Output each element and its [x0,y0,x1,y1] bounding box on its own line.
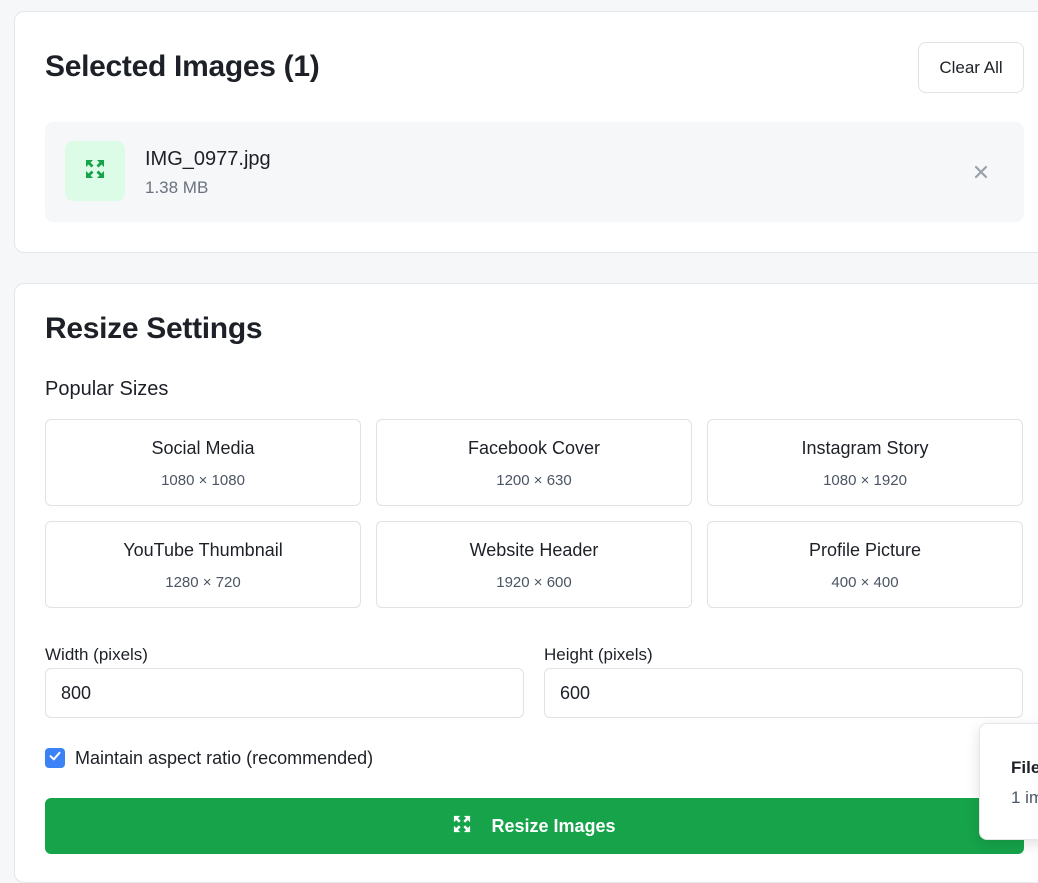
maintain-aspect-label: Maintain aspect ratio (recommended) [75,747,374,768]
notification-toast: File 1 im [979,723,1038,840]
preset-social-media[interactable]: Social Media 1080 × 1080 [45,419,361,506]
file-size: 1.38 MB [145,178,209,197]
width-input[interactable] [45,668,524,718]
preset-profile-picture[interactable]: Profile Picture 400 × 400 [707,521,1023,608]
preset-name: Social Media [151,438,255,458]
maintain-aspect-row: Maintain aspect ratio (recommended) [45,746,373,770]
selected-images-title: Selected Images (1) [45,50,320,83]
preset-facebook-cover[interactable]: Facebook Cover 1200 × 630 [376,419,692,506]
width-label: Width (pixels) [45,645,148,664]
preset-name: Facebook Cover [467,438,601,458]
maintain-aspect-checkbox[interactable] [45,748,65,768]
resize-settings-card: Resize Settings Popular Sizes Social Med… [14,283,1038,883]
preset-youtube-thumbnail[interactable]: YouTube Thumbnail 1280 × 720 [45,521,361,608]
preset-instagram-story[interactable]: Instagram Story 1080 × 1920 [707,419,1023,506]
resize-images-button[interactable]: Resize Images [45,798,1024,854]
preset-dimensions: 1080 × 1080 [161,472,245,489]
file-thumbnail [65,141,125,201]
preset-name: Website Header [469,540,599,560]
popular-sizes-label: Popular Sizes [45,378,169,400]
preset-dimensions: 400 × 400 [831,574,899,591]
height-input[interactable] [544,668,1023,718]
checkmark-icon [48,749,62,768]
clear-all-button[interactable]: Clear All [918,42,1024,93]
resize-images-label: Resize Images [491,815,616,836]
close-icon [974,159,988,185]
preset-name: Instagram Story [801,438,929,458]
remove-file-button[interactable] [965,156,997,188]
preset-name: YouTube Thumbnail [123,540,283,560]
height-label: Height (pixels) [544,645,653,664]
preset-dimensions: 1280 × 720 [165,574,241,591]
expand-arrows-icon [85,159,105,184]
preset-dimensions: 1080 × 1920 [823,472,907,489]
preset-dimensions: 1200 × 630 [496,472,572,489]
file-name: IMG_0977.jpg [145,148,271,170]
preset-website-header[interactable]: Website Header 1920 × 600 [376,521,692,608]
file-list-item: IMG_0977.jpg 1.38 MB [45,122,1024,222]
selected-images-card: Selected Images (1) Clear All IMG_0977.j… [14,11,1038,253]
preset-name: Profile Picture [808,540,922,560]
resize-settings-title: Resize Settings [45,312,263,345]
toast-title: File [1011,758,1038,777]
toast-body: 1 im [1011,788,1038,807]
expand-arrows-icon [453,815,471,838]
preset-dimensions: 1920 × 600 [496,574,572,591]
